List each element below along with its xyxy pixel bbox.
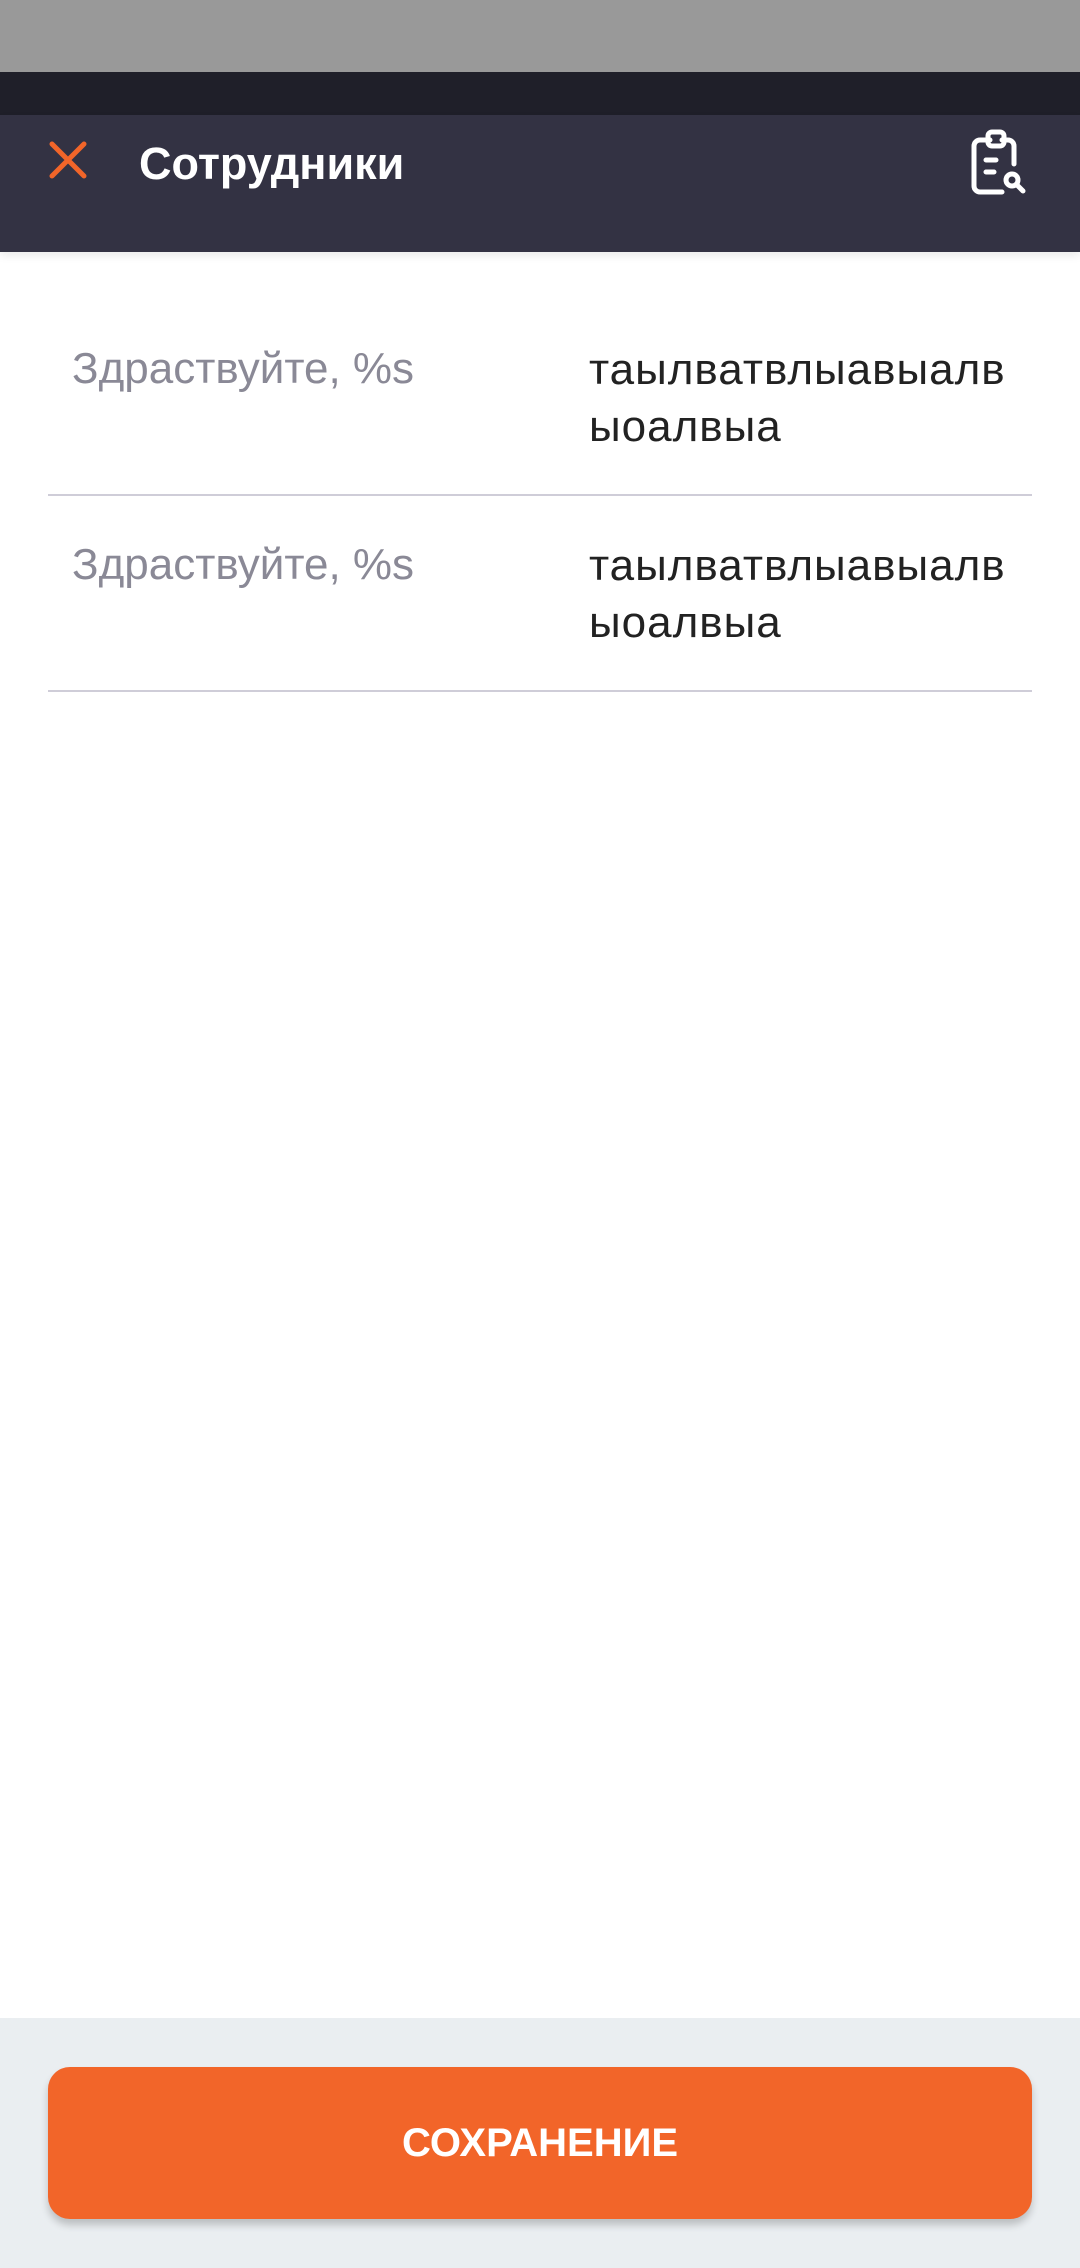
list-item[interactable]: Здраствуйте, %s таылватвлыавыалвыоалвыа xyxy=(48,321,1032,496)
clipboard-search-icon[interactable] xyxy=(962,128,1030,196)
row-label: Здраствуйте, %s xyxy=(72,344,415,393)
row-value: таылватвлыавыалвыоалвыа xyxy=(589,541,1006,647)
status-bar xyxy=(0,0,1080,72)
row-label: Здраствуйте, %s xyxy=(72,540,415,589)
save-button[interactable]: СОХРАНЕНИЕ xyxy=(48,2067,1032,2219)
close-icon[interactable] xyxy=(46,138,90,182)
list-item[interactable]: Здраствуйте, %s таылватвлыавыалвыоалвыа xyxy=(48,517,1032,692)
page-title: Сотрудники xyxy=(139,138,405,189)
status-bar-dark xyxy=(0,72,1080,115)
row-value: таылватвлыавыалвыоалвыа xyxy=(589,345,1006,451)
